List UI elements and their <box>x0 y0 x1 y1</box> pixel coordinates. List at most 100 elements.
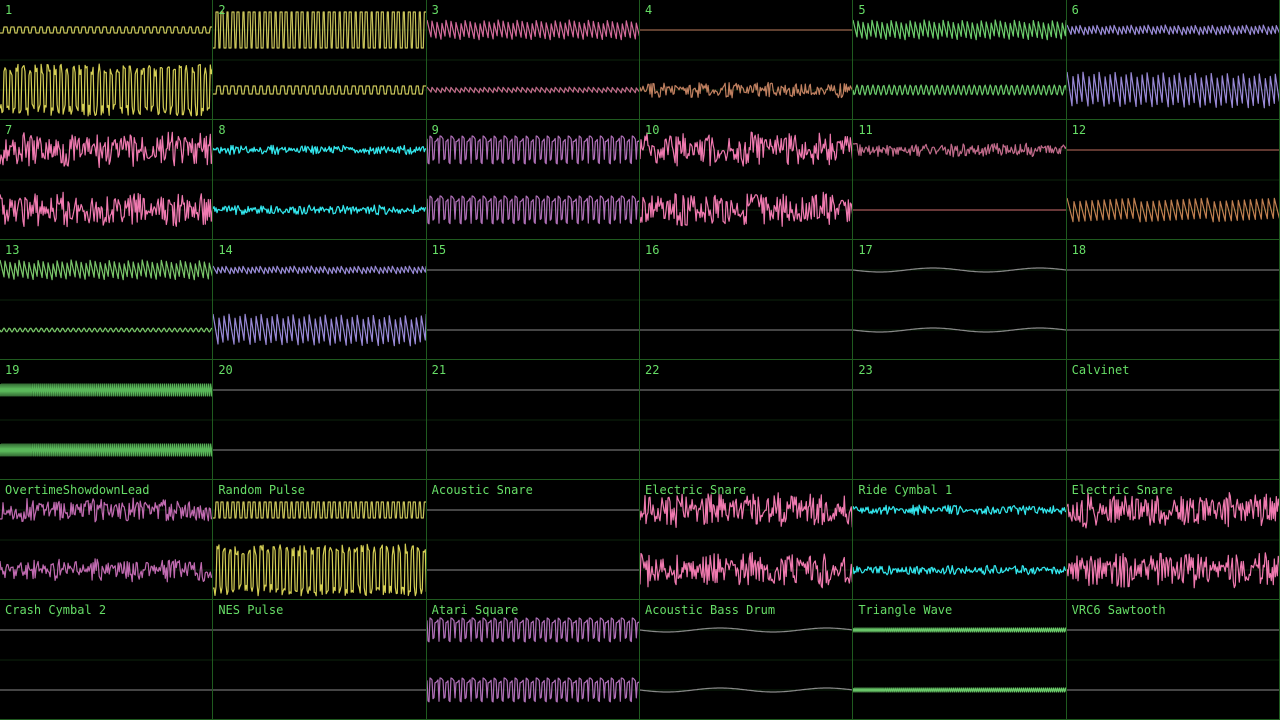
waveform-display <box>213 11 426 95</box>
channel-scope: Electric Snare <box>640 480 854 600</box>
waveform-display <box>426 389 639 451</box>
channel-label: 11 <box>858 123 873 137</box>
channel-label: VRC6 Sawtooth <box>1071 603 1166 617</box>
channel-label: Triangle Wave <box>858 603 953 617</box>
channel-scope: 21 <box>426 360 640 480</box>
waveform-display <box>0 26 213 117</box>
bottom-waveform <box>213 204 426 216</box>
channel-label: 6 <box>1071 3 1079 17</box>
waveform-display <box>213 144 426 216</box>
channel-scope: 9 <box>426 120 640 240</box>
channel-label: Ride Cymbal 1 <box>858 483 953 497</box>
waveform-display <box>640 29 853 99</box>
channel-scope: 5 <box>853 0 1067 120</box>
channel-scope: 2 <box>213 0 427 120</box>
waveform-display <box>213 389 426 451</box>
waveform-display <box>213 501 426 597</box>
channel-scope: 20 <box>213 360 427 480</box>
channel-label: Random Pulse <box>218 483 306 497</box>
channel-label: 7 <box>5 123 13 137</box>
waveform-display <box>1066 149 1279 223</box>
waveform-display <box>426 269 639 331</box>
waveform-display <box>640 492 853 589</box>
channel-scope: Calvinet <box>1066 360 1280 480</box>
waveform-display <box>426 19 639 94</box>
channel-label: 13 <box>5 243 20 257</box>
channel-scope: 23 <box>853 360 1067 480</box>
waveform-display <box>853 19 1066 96</box>
waveform-display <box>853 267 1066 333</box>
channel-scope: Crash Cymbal 2 <box>0 600 214 720</box>
waveform-display <box>640 269 853 331</box>
channel-label: 18 <box>1071 243 1087 257</box>
waveform-display <box>853 389 1066 451</box>
channel-label: 4 <box>645 3 653 17</box>
waveform-display <box>1066 492 1279 589</box>
waveform-display <box>0 629 213 691</box>
channel-label: 17 <box>858 243 873 257</box>
channel-scope: OvertimeShowdownLead <box>0 480 214 600</box>
channel-scope: NES Pulse <box>213 600 427 720</box>
top-waveform <box>426 617 639 643</box>
bottom-waveform <box>0 327 213 333</box>
bottom-waveform <box>853 84 1066 96</box>
channel-scope: 13 <box>0 240 214 360</box>
channel-label: 16 <box>645 243 660 257</box>
channel-label: 9 <box>431 123 439 137</box>
channel-label: Crash Cymbal 2 <box>5 603 107 617</box>
top-waveform <box>213 501 426 519</box>
waveform-display <box>0 497 213 583</box>
bottom-waveform <box>213 543 426 597</box>
channel-scope: 11 <box>853 120 1067 240</box>
bottom-waveform <box>426 195 639 225</box>
channel-label: 23 <box>858 363 873 377</box>
top-waveform <box>213 11 426 49</box>
waveform-display <box>1066 269 1279 331</box>
channel-label: 10 <box>645 123 660 137</box>
bottom-waveform <box>213 85 426 95</box>
waveform-display <box>426 509 639 571</box>
channel-label: NES Pulse <box>218 603 284 617</box>
channel-label: Acoustic Bass Drum <box>645 603 776 617</box>
channel-scope: 8 <box>213 120 427 240</box>
channel-label: Electric Snare <box>645 483 747 497</box>
bottom-waveform <box>426 677 639 703</box>
channel-scope: 22 <box>640 360 854 480</box>
channel-label: Acoustic Snare <box>431 483 533 497</box>
channel-label: 8 <box>218 123 226 137</box>
bottom-waveform <box>0 443 213 457</box>
waveform-display <box>0 383 213 457</box>
top-waveform <box>1066 24 1279 36</box>
channel-scope: VRC6 Sawtooth <box>1066 600 1280 720</box>
waveform-display <box>426 135 639 225</box>
channel-label: 2 <box>218 3 226 17</box>
channel-scope: Ride Cymbal 1 <box>853 480 1067 600</box>
top-waveform <box>853 627 1066 633</box>
waveform-display <box>640 131 853 227</box>
top-waveform <box>640 131 853 167</box>
waveform-display <box>640 389 853 451</box>
waveform-display <box>853 504 1066 576</box>
waveform-display <box>640 627 853 693</box>
channel-label: Electric Snare <box>1071 483 1173 497</box>
waveform-display <box>853 627 1066 693</box>
channel-scope: Atari Square <box>426 600 640 720</box>
channel-label: 3 <box>431 3 439 17</box>
channel-scope: Electric Snare <box>1066 480 1280 600</box>
channel-scope: Triangle Wave <box>853 600 1067 720</box>
channel-label: 14 <box>218 243 233 257</box>
channel-label: 20 <box>218 363 233 377</box>
channel-scope: 16 <box>640 240 854 360</box>
channel-scope: 4 <box>640 0 854 120</box>
channel-label: 21 <box>431 363 447 377</box>
bottom-waveform <box>0 191 213 228</box>
top-waveform <box>0 383 213 397</box>
channel-scope: 6 <box>1066 0 1280 120</box>
waveform-display <box>213 629 426 691</box>
channel-scope: 10 <box>640 120 854 240</box>
oscilloscope-grid: 1 2 3 4 5 6 7 8 9 10 11 12 13 14 15 16 17 18 19 20 21 22 23 Cal… <box>0 0 1280 720</box>
waveform-display <box>426 617 639 703</box>
channel-scope: Acoustic Bass Drum <box>640 600 854 720</box>
channel-label: 19 <box>5 363 20 377</box>
bottom-waveform <box>853 687 1066 693</box>
